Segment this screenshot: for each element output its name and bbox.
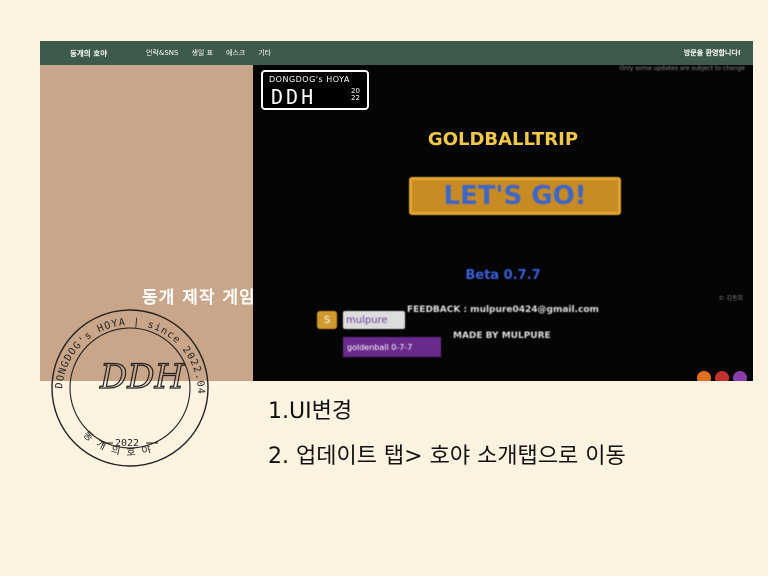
logo-top-text: DONGDOG's HOYA [269,75,350,84]
stamp-year: 2022 [115,438,139,449]
purple-orb-icon [733,371,747,381]
note-ui-change: 1.UI변경 [268,399,353,424]
username-field[interactable]: mulpure [343,311,405,329]
nav-item-etc[interactable]: 기타 [258,48,271,58]
note-tab-move: 2. 업데이트 탭> 호야 소개탭으로 이동 [268,444,626,469]
game-top-notice: Only some updates are subject to change [619,65,745,72]
red-orb-icon [715,371,729,381]
version-badge: goldenball 0-7-7 [343,337,441,357]
game-preview: Only some updates are subject to change … [253,65,753,381]
game-credit: © 김동희 [718,295,743,302]
ddh-logo: DONGDOG's HOYA DDH 2022 [261,70,369,110]
logo-year-text: 2022 [351,87,360,102]
top-nav-bar: 동개의 호야 언락&SNS 생일 표 에스크 기타 방문을 환영합니다! [40,41,753,65]
game-title: GOLDBALLTRIP [427,129,579,150]
made-by-text: MADE BY MULPURE [453,331,551,341]
feedback-text: FEEDBACK : mulpure0424@gmail.com [407,305,599,315]
nav-menu: 언락&SNS 생일 표 에스크 기타 [146,48,271,58]
user-avatar-icon: S [317,311,337,329]
logo-main-text: DDH [271,85,317,109]
ddh-stamp-logo: DONGDOG's HOYA | since 2022.04.30 동 개 의 … [40,298,209,467]
orange-orb-icon [697,371,711,381]
site-brand[interactable]: 동개의 호야 [70,48,107,59]
game-version-label: Beta 0.7.7 [465,268,541,283]
nav-item-birthday[interactable]: 생일 표 [191,48,213,58]
nav-item-sns[interactable]: 언락&SNS [146,48,178,58]
lets-go-button[interactable]: LET'S GO! [409,177,621,215]
welcome-text: 방문을 환영합니다! [683,49,741,57]
nav-item-ask[interactable]: 에스크 [226,48,245,58]
stamp-monogram: DDH [99,357,186,397]
